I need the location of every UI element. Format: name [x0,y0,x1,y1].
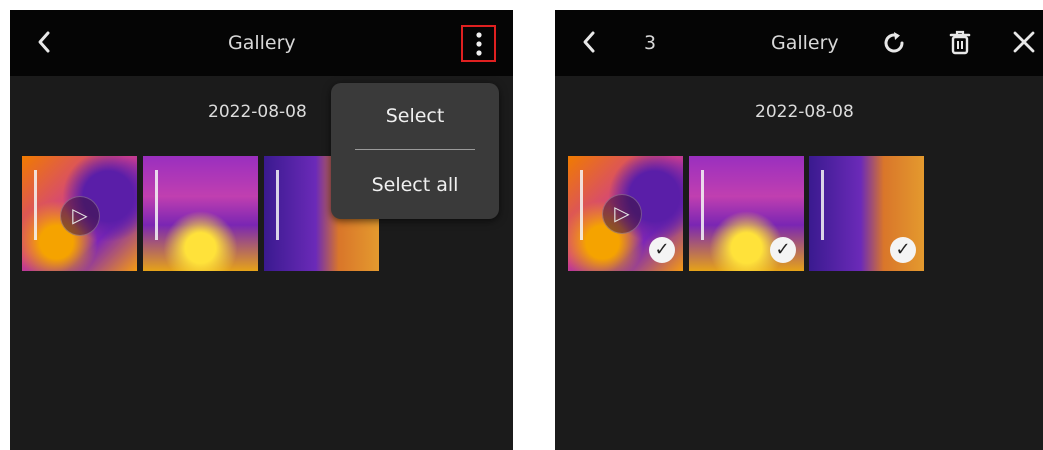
page-title: Gallery [771,32,839,54]
checkmark-icon[interactable]: ✓ [770,237,796,263]
thumbnail-video[interactable]: ▷ [22,156,137,271]
menu-item-select[interactable]: Select [331,105,499,127]
back-icon[interactable] [577,27,601,57]
more-vertical-icon[interactable] [475,31,483,59]
thumbnail-image[interactable]: ✓ [689,156,804,271]
rotate-icon[interactable] [880,29,908,57]
thumbnail-image[interactable] [143,156,258,271]
thumbnail-video[interactable]: ▷ ✓ [568,156,683,271]
temperature-scale [821,170,824,240]
temperature-scale [580,170,583,240]
overflow-menu: Select Select all [331,83,499,219]
trash-icon[interactable] [948,29,972,57]
selected-count: 3 [644,32,657,54]
date-label: 2022-08-08 [755,102,854,122]
top-bar: Gallery [10,10,513,76]
temperature-scale [34,170,37,240]
gallery-screen-right: 3 Gallery 2022-08-08 ▷ ✓ ✓ ✓ [555,10,1043,450]
close-icon[interactable] [1011,29,1037,55]
menu-item-select-all[interactable]: Select all [331,174,499,196]
back-icon[interactable] [32,27,56,57]
play-icon[interactable]: ▷ [602,194,642,234]
checkmark-icon[interactable]: ✓ [890,237,916,263]
thumbnail-image[interactable]: ✓ [809,156,924,271]
gallery-screen-left: Gallery 2022-08-08 ▷ Select Select all [10,10,513,450]
date-label: 2022-08-08 [208,102,307,122]
checkmark-icon[interactable]: ✓ [649,237,675,263]
play-icon[interactable]: ▷ [60,196,100,236]
menu-divider [355,149,475,150]
page-title: Gallery [228,32,296,54]
top-bar: 3 Gallery [555,10,1043,76]
temperature-scale [155,170,158,240]
temperature-scale [701,170,704,240]
temperature-scale [276,170,279,240]
